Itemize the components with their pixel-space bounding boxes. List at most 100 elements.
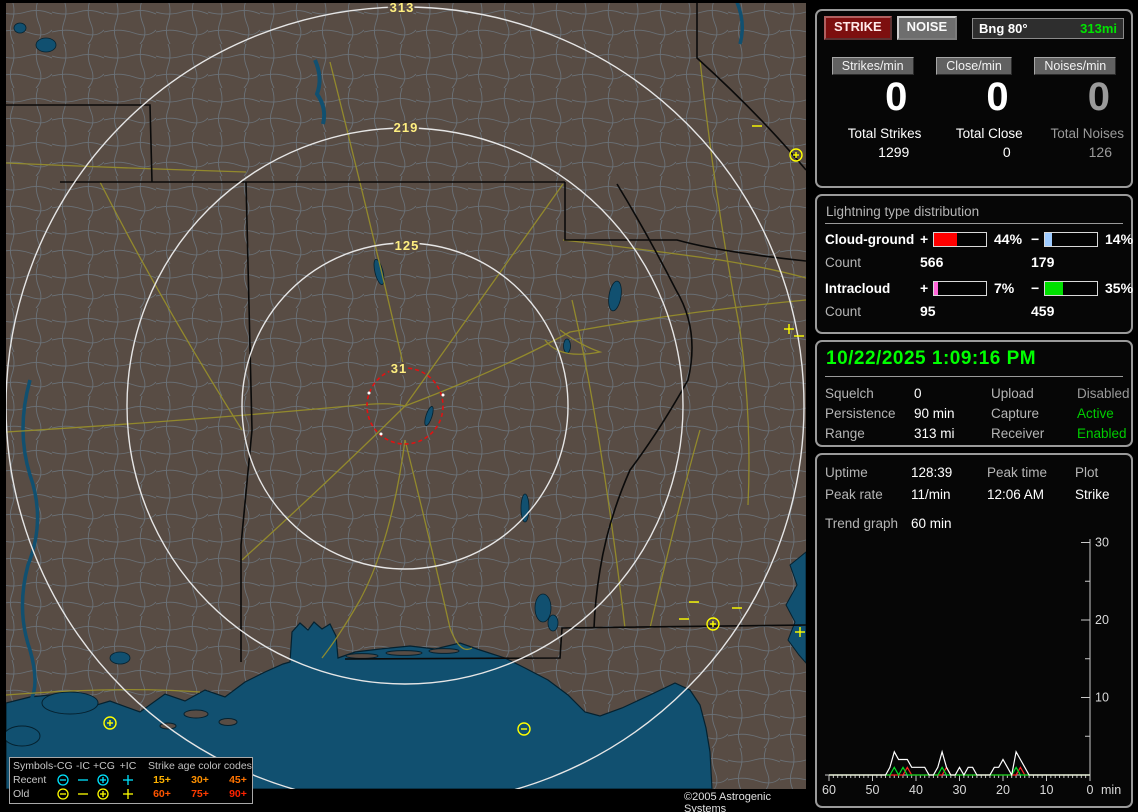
- plus-sign: +: [920, 231, 933, 247]
- svg-text:0: 0: [1087, 783, 1094, 797]
- rate-chip-strikes: Strikes/min: [832, 57, 914, 75]
- legend-col-neg-cg: -CG: [53, 760, 73, 772]
- status-label-squelch: Squelch: [825, 386, 914, 401]
- status-panel: 10/22/2025 1:09:16 PM Squelch0UploadDisa…: [815, 340, 1133, 447]
- noise-toggle-button[interactable]: NOISE: [897, 16, 957, 40]
- legend-row-label: Old: [13, 788, 53, 800]
- svg-text:30: 30: [953, 783, 967, 797]
- distribution-panel: Lightning type distribution Cloud-ground…: [815, 194, 1133, 334]
- svg-text:30: 30: [1095, 536, 1109, 550]
- range-ring-label: 219: [394, 120, 419, 135]
- legend-age-60: 60+: [143, 788, 181, 800]
- legend-symbol--ic: [73, 773, 93, 787]
- legend-symbol-+cg: [93, 787, 113, 801]
- total-label-close: Total Close: [925, 126, 1022, 141]
- counters-panel: STRIKE NOISE Bng 80° 313mi Strikes/min Cl…: [815, 9, 1133, 188]
- legend-col-pos-ic: +IC: [113, 760, 143, 772]
- status-value-persistence: 90 min: [914, 406, 991, 421]
- legend-row-label: Recent: [13, 774, 53, 786]
- rate-value-close: 0: [925, 77, 1022, 117]
- datetime-display: 10/22/2025 1:09:16 PM: [825, 346, 1123, 377]
- positive-bar: [933, 281, 987, 296]
- legend-symbols-header: Symbols: [13, 760, 53, 772]
- legend-row-old: Old60+75+90+: [13, 787, 249, 801]
- range-ring-label: 125: [395, 238, 420, 253]
- positive-count: 566: [920, 254, 1031, 270]
- legend-symbol-+ic: [113, 787, 143, 801]
- bearing-range: 313mi: [1080, 21, 1117, 36]
- count-label: Count: [825, 304, 920, 319]
- positive-percent: 7%: [989, 280, 1031, 296]
- positive-bar-fill: [934, 233, 957, 246]
- legend-age-15: 15+: [143, 774, 181, 786]
- distribution-count-row: Count566179: [825, 251, 1123, 273]
- svg-text:60: 60: [822, 783, 836, 797]
- legend-age-75: 75+: [181, 788, 219, 800]
- legend-age-30: 30+: [181, 774, 219, 786]
- total-label-noises: Total Noises: [1027, 126, 1124, 141]
- distribution-type-label: Intracloud: [825, 281, 920, 296]
- total-label-strikes: Total Strikes: [824, 126, 921, 141]
- positive-bar: [933, 232, 987, 247]
- trend-series-total-strike-rate: [829, 752, 1090, 775]
- status-label-receiver: Receiver: [991, 426, 1077, 441]
- strike-toggle-button[interactable]: STRIKE: [824, 16, 892, 40]
- status-label-upload: Upload: [991, 386, 1077, 401]
- trend-graph: 1020306050403020100min: [817, 455, 1131, 806]
- status-value-capture: Active: [1077, 406, 1130, 421]
- distribution-count-row: Count95459: [825, 300, 1123, 322]
- legend-symbol--cg: [53, 773, 73, 787]
- status-value-receiver: Enabled: [1077, 426, 1130, 441]
- legend-symbol--ic: [73, 787, 93, 801]
- status-label-capture: Capture: [991, 406, 1077, 421]
- legend-age-header: Strike age color codes: [143, 760, 257, 772]
- svg-text:50: 50: [866, 783, 880, 797]
- map-area: 31321912531 Symbols -CG -IC +CG +IC Stri…: [0, 0, 810, 812]
- rate-chip-close: Close/min: [936, 57, 1012, 75]
- bearing-readout: Bng 80° 313mi: [972, 18, 1124, 39]
- stats-trend-panel: Uptime128:39Peak timePlotPeak rate11/min…: [815, 453, 1133, 808]
- legend-age-90: 90+: [219, 788, 257, 800]
- total-value-noises: 126: [1027, 144, 1124, 160]
- negative-percent: 14%: [1100, 231, 1138, 247]
- total-value-strikes: 1299: [824, 144, 921, 160]
- map-canvas[interactable]: 31321912531: [0, 0, 810, 812]
- minus-sign: −: [1031, 231, 1044, 247]
- rate-chip-noises: Noises/min: [1034, 57, 1116, 75]
- status-value-upload: Disabled: [1077, 386, 1130, 401]
- total-value-close: 0: [925, 144, 1022, 160]
- negative-bar-fill: [1045, 233, 1052, 246]
- negative-bar: [1044, 281, 1098, 296]
- copyright-text: ©2005 Astrogenic Systems: [684, 791, 810, 812]
- status-value-squelch: 0: [914, 386, 991, 401]
- positive-percent: 44%: [989, 231, 1031, 247]
- positive-count: 95: [920, 303, 1031, 319]
- rate-value-noises: 0: [1027, 77, 1124, 117]
- negative-count: 179: [1031, 254, 1123, 270]
- positive-bar-fill: [934, 282, 938, 295]
- svg-text:min: min: [1101, 783, 1121, 797]
- legend-symbol--cg: [53, 787, 73, 801]
- svg-text:10: 10: [1040, 783, 1054, 797]
- rate-value-strikes: 0: [824, 77, 921, 117]
- distribution-row-intracloud: Intracloud+7%−35%: [825, 276, 1123, 300]
- svg-text:40: 40: [909, 783, 923, 797]
- map-legend: Symbols -CG -IC +CG +IC Strike age color…: [9, 757, 253, 804]
- distribution-type-label: Cloud-ground: [825, 232, 920, 247]
- negative-bar: [1044, 232, 1098, 247]
- svg-text:20: 20: [996, 783, 1010, 797]
- status-value-range: 313 mi: [914, 426, 991, 441]
- plus-sign: +: [920, 280, 933, 296]
- legend-col-pos-cg: +CG: [93, 760, 113, 772]
- app-window: { "map": { "ring_labels": [ {"text": "31…: [0, 0, 1138, 812]
- legend-symbol-+ic: [113, 773, 143, 787]
- legend-col-neg-ic: -IC: [73, 760, 93, 772]
- negative-count: 459: [1031, 303, 1123, 319]
- bearing-label: Bng 80°: [979, 21, 1028, 36]
- minus-sign: −: [1031, 280, 1044, 296]
- status-label-range: Range: [825, 426, 914, 441]
- legend-symbol-+cg: [93, 773, 113, 787]
- status-label-persistence: Persistence: [825, 406, 914, 421]
- legend-age-45: 45+: [219, 774, 257, 786]
- svg-text:10: 10: [1095, 691, 1109, 705]
